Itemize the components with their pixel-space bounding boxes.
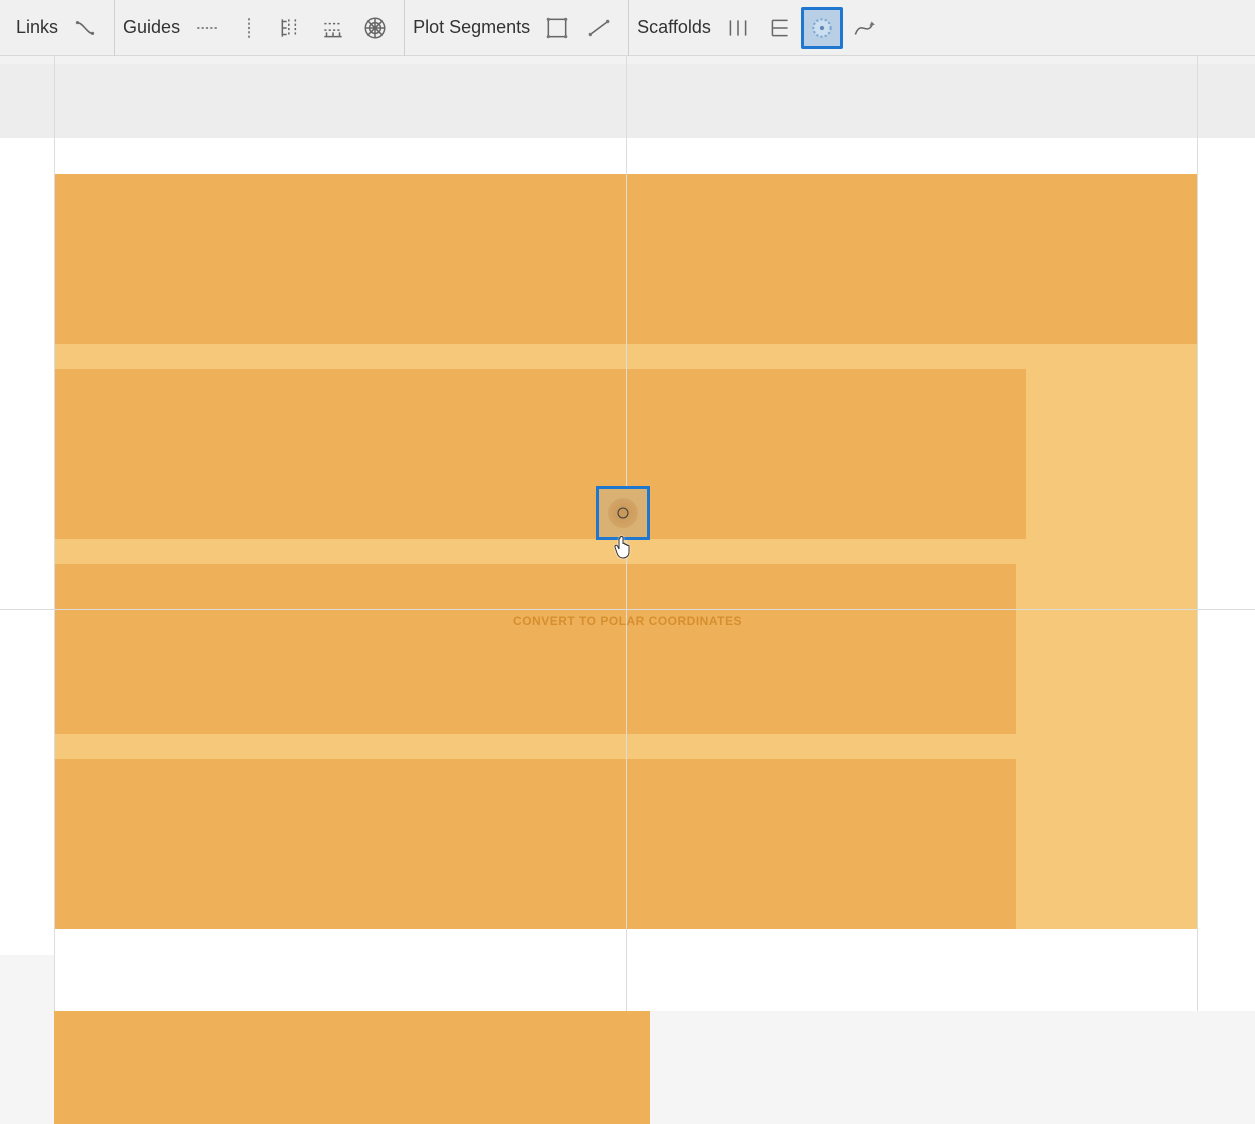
links-button[interactable] xyxy=(64,7,106,49)
grid-vline-left xyxy=(54,56,55,1011)
horizontal-scaffold-icon xyxy=(725,15,751,41)
tool-group-scaffolds: Scaffolds xyxy=(629,0,893,56)
guide-vertical-button[interactable] xyxy=(228,7,270,49)
tool-group-links: Links xyxy=(8,0,115,56)
canvas-area[interactable]: CONVERT TO POLAR COORDINATES xyxy=(0,56,1255,955)
polar-drop-marker-icon xyxy=(608,498,638,528)
plot-segment-region-button[interactable] xyxy=(536,7,578,49)
polar-scaffold-icon xyxy=(809,15,835,41)
curve-scaffold-icon xyxy=(851,15,877,41)
toolbar: Links Guides xyxy=(0,0,1255,56)
links-label: Links xyxy=(16,17,58,38)
guide-x-coord-button[interactable] xyxy=(270,7,312,49)
scaffold-curve-button[interactable] xyxy=(843,7,885,49)
guide-y-coord-button[interactable] xyxy=(312,7,354,49)
bar-4 xyxy=(54,759,1016,929)
grid-hline-mid xyxy=(0,609,1255,610)
line-segment-icon xyxy=(586,15,612,41)
polar-drop-marker[interactable] xyxy=(596,486,650,540)
canvas-right-strip xyxy=(1197,138,1255,955)
scaffolds-label: Scaffolds xyxy=(637,17,711,38)
canvas-header-gap xyxy=(0,64,1255,138)
guide-horizontal-button[interactable] xyxy=(186,7,228,49)
plot-segments-label: Plot Segments xyxy=(413,17,530,38)
region-2d-icon xyxy=(544,15,570,41)
vertical-guide-icon xyxy=(236,15,262,41)
tool-group-guides: Guides xyxy=(115,0,405,56)
scaffold-horizontal-button[interactable] xyxy=(717,7,759,49)
scaffold-vertical-button[interactable] xyxy=(759,7,801,49)
canvas-bottom-white xyxy=(54,929,1255,1011)
horizontal-guide-icon xyxy=(194,15,220,41)
bar-3 xyxy=(54,564,1016,734)
canvas-top-white xyxy=(54,138,1255,174)
tool-group-plot-segments: Plot Segments xyxy=(405,0,629,56)
vertical-scaffold-icon xyxy=(767,15,793,41)
grid-vline-right xyxy=(1197,56,1198,1011)
y-coordinator-icon xyxy=(320,15,346,41)
canvas-left-rail xyxy=(0,138,54,955)
plot-segment-line-button[interactable] xyxy=(578,7,620,49)
guide-polar-button[interactable] xyxy=(354,7,396,49)
scaffold-polar-button[interactable] xyxy=(801,7,843,49)
convert-polar-label: CONVERT TO POLAR COORDINATES xyxy=(0,614,1255,628)
guides-label: Guides xyxy=(123,17,180,38)
bar-2 xyxy=(54,369,1026,539)
polar-guide-icon xyxy=(362,15,388,41)
x-coordinator-icon xyxy=(278,15,304,41)
links-icon xyxy=(72,15,98,41)
